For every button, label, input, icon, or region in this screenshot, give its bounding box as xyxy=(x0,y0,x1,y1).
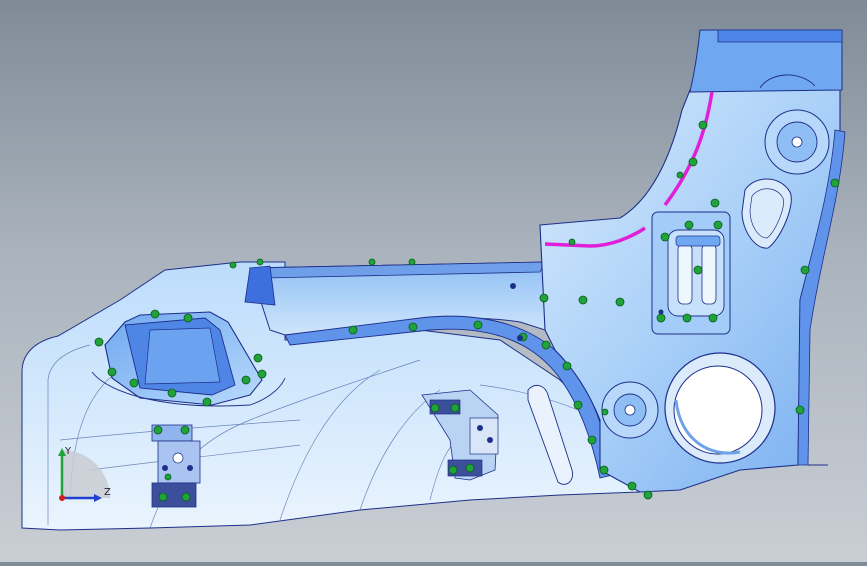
large-round-opening xyxy=(664,352,776,464)
cad-viewport[interactable]: Y Z xyxy=(0,0,867,562)
tower-top-lip xyxy=(717,29,843,43)
y-axis-label: Y xyxy=(64,446,72,457)
cad-model-view[interactable] xyxy=(0,0,867,562)
upper-round-boss xyxy=(764,109,830,175)
triad-arc xyxy=(62,450,110,498)
lower-round-boss xyxy=(601,381,659,439)
x-axis-dot xyxy=(59,495,65,501)
coordinate-triad: Y Z xyxy=(58,446,111,502)
z-axis-label: Z xyxy=(104,487,111,498)
rail-end-cap xyxy=(244,265,276,306)
